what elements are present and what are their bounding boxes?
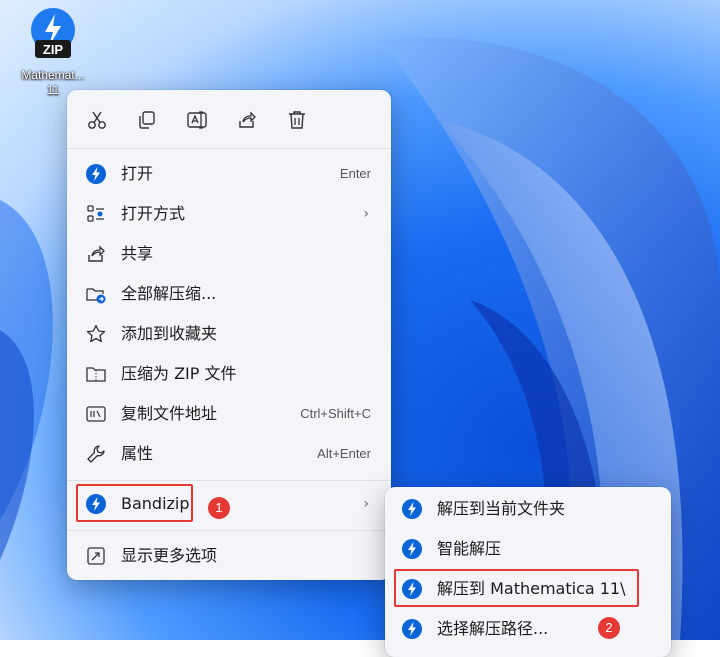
menu-item-label: 显示更多选项 (121, 546, 218, 565)
highlight-box (394, 569, 639, 607)
delete-button[interactable] (281, 104, 313, 136)
bandizip-icon (85, 163, 107, 185)
rename-icon (187, 111, 207, 129)
bandizip-icon (401, 618, 423, 640)
star-icon (85, 323, 107, 345)
menu-item-open-with[interactable]: 打开方式 › (67, 194, 391, 234)
menu-item-label: 全部解压缩... (121, 284, 217, 303)
submenu-item-label: 解压到当前文件夹 (437, 499, 566, 518)
menu-item-shortcut: Alt+Enter (317, 446, 371, 461)
context-menu: 打开 Enter 打开方式 › 共享 全部解压缩... 添加到收藏夹 压缩为 Z… (67, 90, 391, 580)
bandizip-icon (401, 538, 423, 560)
zip-file-icon: ZIP (31, 8, 75, 58)
menu-item-label: 打开 (121, 164, 154, 183)
menu-item-add-favorites[interactable]: 添加到收藏夹 (67, 314, 391, 354)
share-button[interactable] (231, 104, 263, 136)
menu-item-label: 添加到收藏夹 (121, 324, 218, 343)
submenu-item-choose-path[interactable]: 选择解压路径... (385, 609, 671, 649)
extract-all-icon (85, 283, 107, 305)
chevron-right-icon: › (363, 496, 369, 512)
bandizip-submenu: 解压到当前文件夹 智能解压 解压到 Mathematica 11\ 选择解压路径… (385, 487, 671, 657)
cut-icon (88, 111, 106, 129)
menu-item-label: 共享 (121, 244, 154, 263)
menu-item-label: 压缩为 ZIP 文件 (121, 364, 237, 383)
copy-icon (139, 111, 155, 129)
desktop-zip-file[interactable]: ZIP Mathemat... 11 (6, 6, 100, 98)
quick-action-bar (67, 90, 391, 148)
menu-item-properties[interactable]: 属性 Alt+Enter (67, 434, 391, 474)
menu-item-extract-all[interactable]: 全部解压缩... (67, 274, 391, 314)
share-icon (239, 111, 256, 128)
step-badge-2: 2 (598, 617, 620, 639)
menu-item-label: 打开方式 (121, 204, 186, 223)
wrench-icon (85, 443, 107, 465)
menu-separator (67, 148, 391, 149)
menu-item-label: 复制文件地址 (121, 404, 218, 423)
menu-separator (67, 480, 391, 481)
submenu-item-extract-here[interactable]: 解压到当前文件夹 (385, 489, 671, 529)
copy-button[interactable] (131, 104, 163, 136)
menu-item-copy-path[interactable]: 复制文件地址 Ctrl+Shift+C (67, 394, 391, 434)
copy-path-icon (85, 403, 107, 425)
bandizip-icon (401, 498, 423, 520)
menu-item-compress-zip[interactable]: 压缩为 ZIP 文件 (67, 354, 391, 394)
menu-item-share[interactable]: 共享 (67, 234, 391, 274)
delete-icon (289, 111, 305, 129)
step-badge-1: 1 (208, 497, 230, 519)
menu-separator (67, 530, 391, 531)
highlight-box (76, 484, 193, 522)
chevron-right-icon: › (363, 206, 369, 222)
zip-folder-icon (85, 363, 107, 385)
submenu-item-label: 智能解压 (437, 539, 502, 558)
cut-button[interactable] (81, 104, 113, 136)
submenu-item-label: 选择解压路径... (437, 619, 549, 638)
rename-button[interactable] (181, 104, 213, 136)
menu-item-open[interactable]: 打开 Enter (67, 154, 391, 194)
menu-item-label: 属性 (121, 444, 154, 463)
menu-item-shortcut: Enter (339, 166, 371, 181)
open-with-icon (85, 203, 107, 225)
menu-item-shortcut: Ctrl+Shift+C (300, 406, 371, 421)
menu-item-show-more[interactable]: 显示更多选项 (67, 536, 391, 576)
share-icon (85, 243, 107, 265)
desktop-icon-label: Mathemat... (21, 68, 85, 82)
zip-badge: ZIP (43, 42, 64, 57)
submenu-item-smart-extract[interactable]: 智能解压 (385, 529, 671, 569)
show-more-icon (85, 545, 107, 567)
